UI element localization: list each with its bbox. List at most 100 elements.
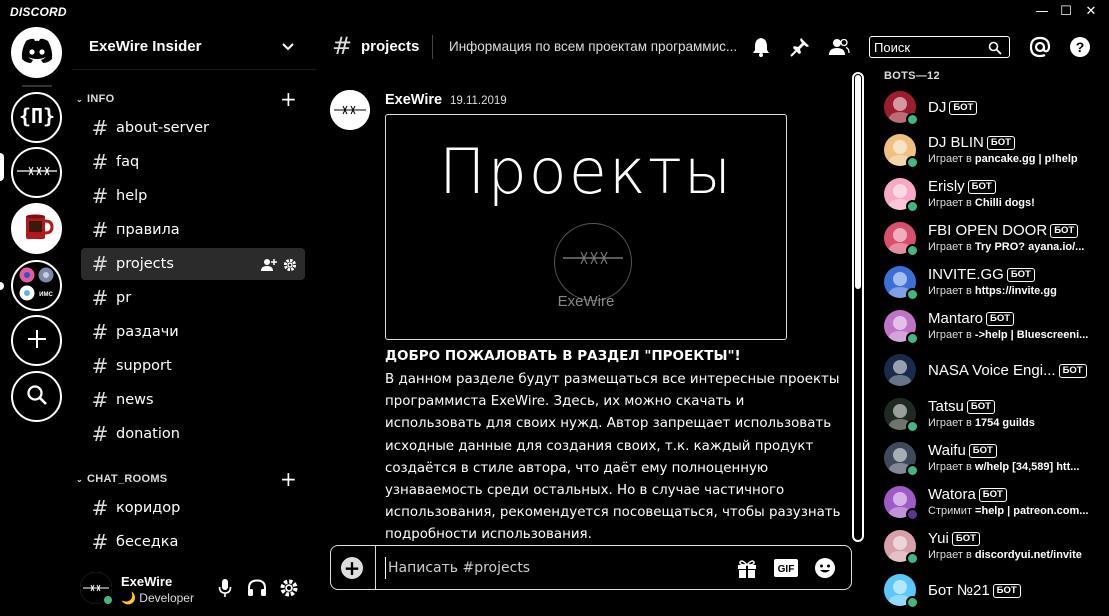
- chevron-down-icon[interactable]: [280, 38, 296, 54]
- add-channel-icon[interactable]: +: [280, 469, 297, 489]
- channel-topic[interactable]: Информация по всем проектам программис..…: [449, 39, 739, 54]
- member-activity: Играет в discordyui.net/invite: [928, 549, 1108, 561]
- guild-name: ExeWire Insider: [89, 38, 202, 55]
- barbed-wire-logo-icon: [554, 223, 632, 301]
- message-text: В данном разделе будут размещаться все и…: [385, 372, 841, 543]
- header-divider: [432, 35, 433, 59]
- channel-news[interactable]: # news: [81, 384, 305, 416]
- composer-divider: [375, 546, 376, 589]
- server-icon-exewire[interactable]: [11, 147, 62, 198]
- member-name: Бот №21 БОТ: [928, 582, 1021, 599]
- gift-icon[interactable]: [735, 556, 759, 580]
- member-item[interactable]: Mantaro БОТ Играет в ->help | Bluescreeni.…: [880, 306, 1104, 348]
- channel-about-server[interactable]: # about-server: [81, 112, 305, 144]
- search-input[interactable]: [874, 39, 984, 56]
- message-input[interactable]: [385, 557, 715, 579]
- category-chat-rooms[interactable]: ⌄ CHAT_ROOMS: [76, 470, 167, 488]
- hash-icon: #: [91, 354, 109, 378]
- invite-user-icon[interactable]: [261, 257, 277, 276]
- hash-icon: #: [91, 320, 109, 344]
- member-activity: Играет в Try PRO? ayana.io/...: [928, 241, 1108, 253]
- hash-icon: #: [91, 150, 109, 174]
- message-image-embed[interactable]: Проекты ExeWire: [385, 114, 787, 340]
- bot-tag: БОТ: [968, 444, 997, 458]
- message-heading: ДОБРО ПОЖАЛОВАТЬ В РАЗДЕЛ "ПРОЕКТЫ"!: [385, 348, 741, 364]
- hash-icon: #: [91, 530, 109, 554]
- microphone-icon[interactable]: [213, 576, 237, 600]
- activity-prefix: Играет в: [928, 153, 975, 165]
- channel-label: коридор: [116, 500, 181, 516]
- message-composer: + GIF: [330, 545, 852, 590]
- channel-corridor[interactable]: # коридор: [81, 492, 305, 524]
- category-info[interactable]: ⌄ INFO: [76, 90, 115, 108]
- message-author[interactable]: ExeWire: [385, 92, 442, 108]
- channel-help[interactable]: # help: [81, 180, 305, 212]
- channel-donation[interactable]: # donation: [81, 418, 305, 450]
- member-item[interactable]: DJ БОТ: [880, 87, 1104, 129]
- explore-servers-button[interactable]: [11, 371, 62, 422]
- category-label: CHAT_ROOMS: [87, 473, 168, 485]
- avatar[interactable]: [330, 90, 370, 130]
- status-indicator: [906, 113, 919, 126]
- unread-server-pill: [0, 282, 4, 290]
- close-button[interactable]: ✕: [1080, 2, 1102, 22]
- member-list-icon[interactable]: [827, 35, 851, 59]
- magnifier-icon: [26, 384, 48, 410]
- bot-tag: БОТ: [978, 488, 1007, 502]
- upload-plus-button[interactable]: +: [341, 557, 363, 579]
- member-name: NASA Voice Engi... БОТ: [928, 362, 1087, 379]
- status-indicator: [906, 200, 919, 213]
- pin-icon[interactable]: [788, 35, 812, 59]
- gear-icon[interactable]: [283, 257, 297, 276]
- member-item[interactable]: Бот №21 БОТ: [880, 570, 1104, 612]
- bot-tag: БОТ: [1006, 268, 1035, 282]
- hash-icon: #: [91, 218, 109, 242]
- member-name-text: NASA Voice Engi...: [928, 362, 1056, 379]
- bell-icon[interactable]: [749, 35, 773, 59]
- channel-pr[interactable]: # pr: [81, 282, 305, 314]
- user-panel: ExeWire 🌙 Developer: [72, 562, 316, 616]
- member-item[interactable]: Waifu БОТ Играет в w/help [34,589] htt...: [880, 438, 1104, 480]
- custom-status: 🌙 Developer: [121, 591, 194, 605]
- scrollbar-thumb[interactable]: [855, 75, 861, 289]
- channel-faq[interactable]: # faq: [81, 146, 305, 178]
- minimize-button[interactable]: —: [1031, 2, 1053, 22]
- server-icon-mug[interactable]: [11, 203, 62, 254]
- member-item[interactable]: Watora БОТ Стримит =help | patreon.com...: [880, 482, 1104, 524]
- bot-tag: БОТ: [949, 101, 978, 115]
- emoji-icon[interactable]: [813, 556, 837, 580]
- add-server-button[interactable]: [11, 315, 62, 366]
- member-item[interactable]: DJ BLIN БОТ Играет в pancake.gg | p!help: [880, 130, 1104, 172]
- status-indicator: [906, 596, 919, 609]
- status-indicator: [906, 156, 919, 169]
- add-channel-icon[interactable]: +: [280, 89, 297, 109]
- server-icon-code[interactable]: {П}: [11, 92, 62, 143]
- bot-tag: БОТ: [986, 136, 1015, 150]
- channel-support[interactable]: # support: [81, 350, 305, 382]
- member-item[interactable]: Yui БОТ Играет в discordyui.net/invite: [880, 526, 1104, 568]
- maximize-button[interactable]: ☐: [1055, 2, 1077, 22]
- member-activity: Играет в Chilli dogs!: [928, 197, 1108, 209]
- member-item[interactable]: NASA Voice Engi... БОТ: [880, 350, 1104, 392]
- headphones-icon[interactable]: [245, 576, 269, 600]
- channel-rules[interactable]: # правила: [81, 214, 305, 246]
- member-item[interactable]: INVITE.GG БОТ Играет в https://invite.gg: [880, 262, 1104, 304]
- member-item[interactable]: FBI OPEN DOOR БОТ Играет в Try PRO? ayana.…: [880, 218, 1104, 260]
- user-settings-gear-icon[interactable]: [277, 576, 301, 600]
- help-icon[interactable]: ?: [1068, 35, 1092, 59]
- activity-prefix: Стримит: [928, 505, 976, 517]
- bot-tag: БОТ: [951, 532, 980, 546]
- hash-icon: #: [91, 286, 109, 310]
- mentions-icon[interactable]: [1028, 35, 1052, 59]
- home-button[interactable]: [11, 27, 62, 78]
- channel-projects[interactable]: # projects: [81, 248, 305, 280]
- server-folder[interactable]: ИМС: [11, 260, 62, 311]
- search-field[interactable]: [869, 36, 1010, 58]
- member-item[interactable]: Erisly БОТ Играет в Chilli dogs!: [880, 174, 1104, 216]
- member-item[interactable]: Tatsu БОТ Играет в 1754 guilds: [880, 394, 1104, 436]
- gif-button[interactable]: GIF: [774, 556, 798, 580]
- member-name: FBI OPEN DOOR БОТ: [928, 222, 1079, 239]
- channel-gazebo[interactable]: # беседка: [81, 526, 305, 558]
- channel-giveaways[interactable]: # раздачи: [81, 316, 305, 348]
- guild-header[interactable]: ExeWire Insider: [72, 24, 316, 70]
